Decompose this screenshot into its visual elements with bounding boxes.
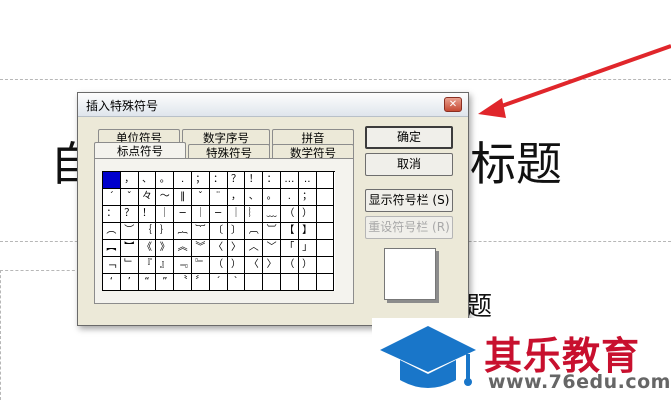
arrow-head — [478, 98, 506, 118]
arrow-shaft — [495, 44, 671, 110]
graduation-cap-icon — [380, 326, 476, 388]
watermark-url: www.76edu.com — [488, 371, 671, 393]
